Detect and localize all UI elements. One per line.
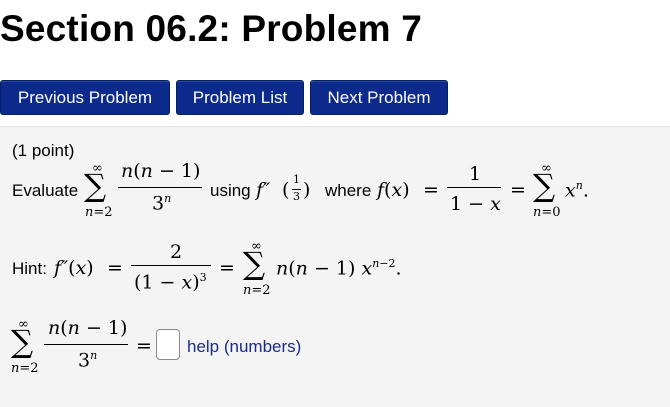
- points-label: (1 point): [12, 141, 75, 160]
- where-label: where: [325, 181, 372, 200]
- help-numbers-link[interactable]: help (numbers): [187, 337, 301, 357]
- previous-problem-button[interactable]: Previous Problem: [0, 80, 170, 115]
- evaluate-label: Evaluate: [12, 181, 79, 200]
- next-problem-button[interactable]: Next Problem: [310, 80, 448, 115]
- problem-list-button[interactable]: Problem List: [176, 80, 304, 115]
- hint-label: Hint:: [12, 259, 47, 278]
- page-title: Section 06.2: Problem 7: [0, 8, 423, 49]
- using-label: using: [210, 181, 251, 200]
- answer-input[interactable]: [156, 329, 180, 360]
